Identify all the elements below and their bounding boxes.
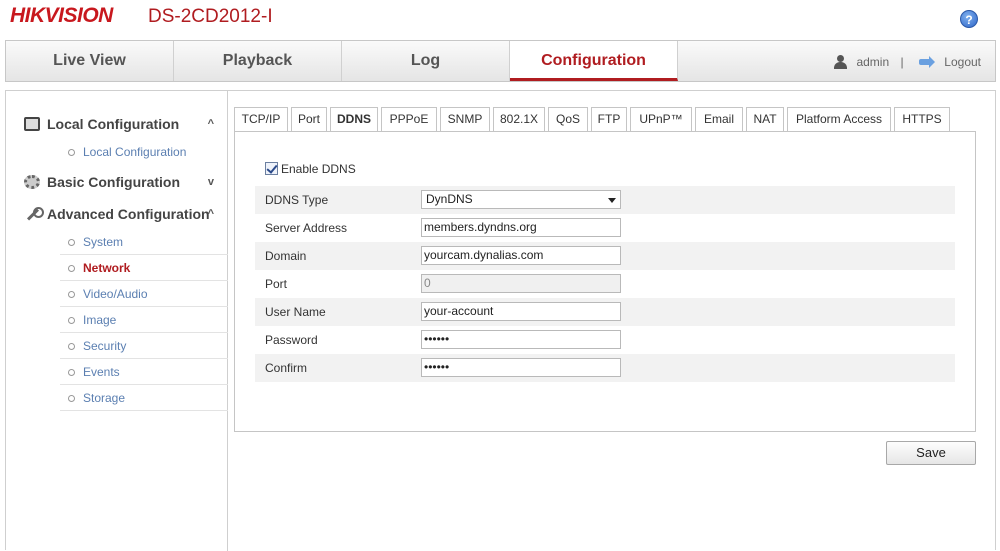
sidebar-item-system[interactable]: System — [60, 229, 228, 255]
password-row: Password •••••• — [255, 326, 955, 354]
sidebar-item-label: System — [83, 235, 124, 249]
bullet-icon — [68, 395, 75, 402]
sidebar-item-events[interactable]: Events — [60, 359, 228, 385]
bullet-icon — [68, 343, 75, 350]
nav-tab-log[interactable]: Log — [342, 41, 510, 81]
subtab-email[interactable]: Email — [695, 107, 743, 131]
sidebar-section-label: Local Configuration — [47, 116, 180, 132]
gear-icon — [24, 175, 40, 189]
bullet-icon — [68, 369, 75, 376]
subtab-tcpip[interactable]: TCP/IP — [234, 107, 288, 131]
port-label: Port — [265, 277, 288, 291]
server-address-input[interactable]: members.dyndns.org — [421, 218, 621, 237]
username-input[interactable]: your-account — [421, 302, 621, 321]
sidebar-item-label: Network — [83, 261, 131, 275]
domain-label: Domain — [265, 249, 307, 263]
sidebar-section-label: Basic Configuration — [47, 174, 181, 190]
user-separator: | — [900, 54, 904, 69]
sidebar-item-label: Events — [83, 365, 120, 379]
monitor-icon — [24, 117, 40, 131]
password-input[interactable]: •••••• — [421, 330, 621, 349]
enable-ddns-checkbox[interactable] — [265, 162, 278, 175]
enable-ddns-label: Enable DDNS — [281, 162, 356, 176]
sidebar-section-local[interactable]: Local Configuration ^ — [24, 109, 220, 139]
bullet-icon — [68, 317, 75, 324]
logout-link[interactable]: Logout — [944, 55, 981, 69]
sidebar-item-label: Security — [83, 339, 127, 353]
subtab-https[interactable]: HTTPS — [894, 107, 950, 131]
help-icon[interactable]: ? — [960, 10, 978, 28]
sidebar-item-security[interactable]: Security — [60, 333, 228, 359]
username-label: admin — [856, 54, 890, 69]
user-area: admin | Logout — [833, 41, 981, 81]
confirm-row: Confirm •••••• — [255, 354, 955, 382]
server-address-label: Server Address — [265, 221, 348, 235]
password-label: Password — [265, 333, 318, 347]
sidebar-item-label: Storage — [83, 391, 126, 405]
main-panel: Local Configuration ^ Local Configuratio… — [5, 90, 996, 551]
ddns-type-select[interactable]: DynDNS — [421, 190, 621, 209]
domain-row: Domain yourcam.dynalias.com — [255, 242, 955, 270]
subtab-pppoe[interactable]: PPPoE — [381, 107, 437, 131]
subtab-8021x[interactable]: 802.1X — [493, 107, 545, 131]
server-address-row: Server Address members.dyndns.org — [255, 214, 955, 242]
sidebar-item-storage[interactable]: Storage — [60, 385, 228, 411]
sidebar-item-network[interactable]: Network — [60, 255, 228, 281]
header: HIKVISION DS-2CD2012-I ? — [0, 0, 1000, 38]
logout-icon[interactable] — [918, 55, 935, 68]
sidebar-section-basic[interactable]: Basic Configuration v — [24, 167, 220, 197]
chevron-up-icon[interactable]: ^ — [208, 109, 214, 139]
sidebar: Local Configuration ^ Local Configuratio… — [6, 91, 228, 551]
chevron-down-icon[interactable]: v — [208, 167, 214, 197]
dropdown-arrow-icon — [608, 198, 616, 203]
device-model: DS-2CD2012-I — [148, 6, 273, 27]
sidebar-item-local-configuration[interactable]: Local Configuration — [60, 139, 228, 165]
nav-tab-configuration[interactable]: Configuration — [510, 41, 678, 81]
nav-tab-playback[interactable]: Playback — [174, 41, 342, 81]
save-button[interactable]: Save — [886, 441, 976, 465]
ddns-type-value: DynDNS — [426, 192, 473, 206]
port-input: 0 — [421, 274, 621, 293]
user-icon — [833, 54, 848, 69]
ddns-type-row: DDNS Type DynDNS — [255, 186, 955, 214]
subtab-snmp[interactable]: SNMP — [440, 107, 490, 131]
bullet-icon — [68, 265, 75, 272]
subtab-qos[interactable]: QoS — [548, 107, 588, 131]
bullet-icon — [68, 291, 75, 298]
subtab-platform-access[interactable]: Platform Access — [787, 107, 891, 131]
subtab-port[interactable]: Port — [291, 107, 327, 131]
main-nav: Live View Playback Log Configuration adm… — [5, 40, 996, 82]
subtab-nat[interactable]: NAT — [746, 107, 784, 131]
username-label: User Name — [265, 305, 326, 319]
ddns-settings-panel: Enable DDNS DDNS Type DynDNS Server Addr… — [234, 131, 976, 432]
port-row: Port 0 — [255, 270, 955, 298]
confirm-password-input[interactable]: •••••• — [421, 358, 621, 377]
brand-logo: HIKVISION — [10, 4, 113, 27]
subtab-ftp[interactable]: FTP — [591, 107, 627, 131]
domain-input[interactable]: yourcam.dynalias.com — [421, 246, 621, 265]
bullet-icon — [68, 149, 75, 156]
sidebar-item-label: Local Configuration — [83, 145, 187, 159]
sidebar-item-label: Video/Audio — [83, 287, 148, 301]
chevron-up-icon[interactable]: ^ — [208, 199, 214, 229]
ddns-type-label: DDNS Type — [265, 193, 329, 207]
sidebar-item-label: Image — [83, 313, 117, 327]
sidebar-section-advanced[interactable]: Advanced Configuration ^ — [24, 199, 220, 229]
sidebar-item-image[interactable]: Image — [60, 307, 228, 333]
nav-tab-live-view[interactable]: Live View — [6, 41, 174, 81]
bullet-icon — [68, 239, 75, 246]
subtab-upnp[interactable]: UPnP™ — [630, 107, 692, 131]
confirm-label: Confirm — [265, 361, 308, 375]
sidebar-section-label: Advanced Configuration — [47, 206, 210, 222]
wrench-icon — [24, 207, 44, 221]
subtab-ddns[interactable]: DDNS — [330, 107, 378, 132]
sidebar-item-video-audio[interactable]: Video/Audio — [60, 281, 228, 307]
enable-ddns-row[interactable]: Enable DDNS — [265, 160, 356, 178]
username-row: User Name your-account — [255, 298, 955, 326]
